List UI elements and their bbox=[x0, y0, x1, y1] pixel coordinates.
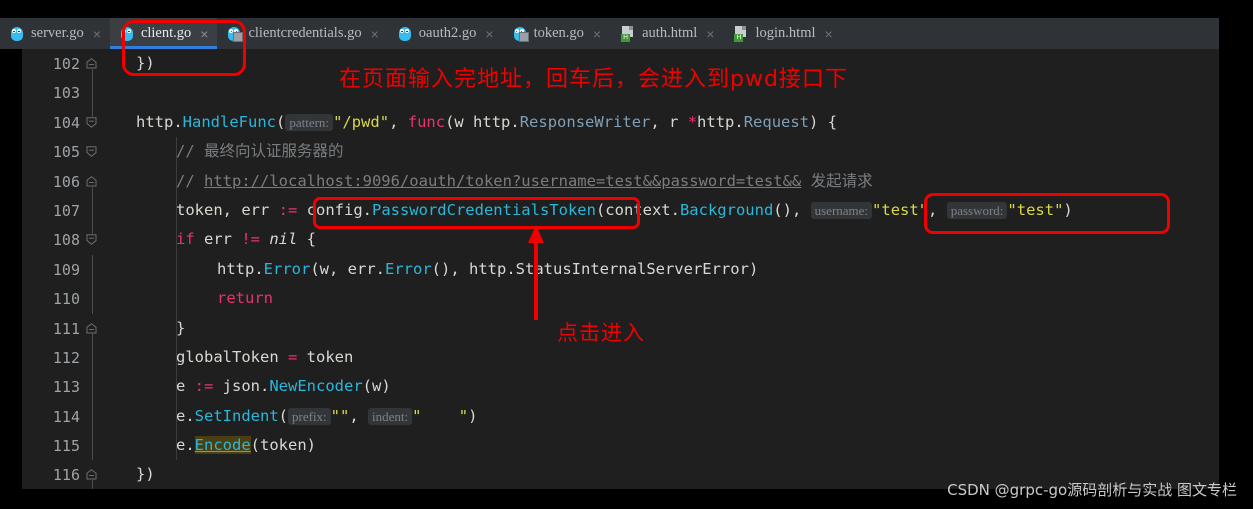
code-text: // 最终向认证服务器的 bbox=[176, 142, 344, 161]
line-number: 103 bbox=[52, 84, 80, 103]
line-number: 102 bbox=[52, 55, 80, 73]
code-text: e := json.NewEncoder(w) bbox=[176, 377, 391, 396]
code-line-row: 106 // http://localhost:9096/oauth/token… bbox=[0, 166, 1219, 197]
comment-url-link[interactable]: http://localhost:9096/oauth/token?userna… bbox=[204, 172, 801, 190]
fold-expand-icon[interactable] bbox=[86, 117, 97, 128]
indent-guide bbox=[176, 284, 177, 314]
tab-server-go[interactable]: server.go × bbox=[0, 18, 110, 49]
code-line-row: 105 // 最终向认证服务器的 bbox=[0, 137, 1219, 167]
line-number: 108 bbox=[52, 231, 80, 250]
tab-label: clientcredentials.go bbox=[248, 25, 362, 41]
fold-guide bbox=[91, 478, 93, 489]
fold-guide bbox=[91, 342, 93, 373]
screenshot-root: server.go × client.go × clientcredential… bbox=[0, 0, 1253, 509]
param-hint-pattern: pattern: bbox=[285, 113, 334, 131]
html-file-icon: H bbox=[620, 25, 636, 42]
line-number: 111 bbox=[52, 319, 80, 338]
fold-guide bbox=[91, 67, 93, 79]
fold-guide bbox=[91, 372, 93, 402]
tab-label: server.go bbox=[31, 25, 84, 41]
line-number: 112 bbox=[52, 348, 80, 367]
code-text: http.Error(w, err.Error(), http.StatusIn… bbox=[217, 259, 759, 278]
close-icon[interactable]: × bbox=[371, 26, 379, 42]
fold-guide bbox=[91, 431, 93, 461]
annotation-box-credentials-args bbox=[924, 193, 1170, 234]
close-icon[interactable]: × bbox=[706, 26, 714, 42]
fold-guide bbox=[91, 284, 93, 314]
encode-hover-link[interactable]: Encode bbox=[194, 436, 251, 455]
annotation-click-note: 点击进入 bbox=[557, 321, 645, 345]
fold-guide bbox=[91, 331, 93, 344]
annotation-box-function-call bbox=[313, 197, 640, 229]
code-text: if err != nil { bbox=[176, 230, 317, 249]
line-number: 115 bbox=[52, 437, 80, 456]
fold-guide bbox=[91, 107, 93, 117]
annotation-top-note: 在页面输入完地址，回车后，会进入到pwd接口下 bbox=[339, 67, 848, 92]
line-number: 104 bbox=[52, 113, 80, 132]
code-line-row: 112 globalToken = token bbox=[0, 342, 1219, 373]
line-number: 116 bbox=[52, 466, 80, 485]
code-text: http.HandleFunc(pattern: "/pwd", func(w h… bbox=[136, 112, 838, 131]
line-number: 110 bbox=[52, 290, 80, 309]
tab-label: oauth2.go bbox=[418, 25, 477, 41]
annotation-box-active-tab bbox=[122, 20, 246, 76]
tab-label: token.go bbox=[533, 25, 584, 41]
code-line-row: 115 e.Encode(token) bbox=[0, 431, 1219, 461]
go-file-icon bbox=[398, 26, 413, 42]
close-icon[interactable]: × bbox=[593, 26, 601, 42]
line-number: 109 bbox=[52, 260, 80, 279]
tab-token-go[interactable]: token.go × bbox=[503, 18, 611, 49]
fold-expand-icon[interactable] bbox=[86, 146, 97, 158]
line-number: 106 bbox=[52, 172, 80, 191]
tab-login-html[interactable]: H login.html × bbox=[723, 18, 841, 49]
code-line-row: 109 http.Error(w, err.Error(), http.Stat… bbox=[0, 254, 1219, 285]
fold-guide bbox=[91, 225, 93, 235]
code-text: } bbox=[176, 318, 186, 337]
go-library-file-icon bbox=[513, 26, 529, 42]
tab-label: auth.html bbox=[642, 25, 698, 41]
param-hint-username: username: bbox=[810, 201, 873, 219]
code-line-row: 113 e := json.NewEncoder(w) bbox=[0, 372, 1219, 402]
line-number: 105 bbox=[52, 143, 80, 162]
code-line-row: 110 return bbox=[0, 284, 1219, 314]
close-icon[interactable]: × bbox=[93, 26, 101, 42]
fold-guide bbox=[91, 254, 93, 285]
annotation-arrow-up bbox=[528, 225, 544, 320]
tab-auth-html[interactable]: H auth.html × bbox=[610, 18, 723, 49]
fold-guide bbox=[91, 78, 93, 108]
line-number: 107 bbox=[52, 201, 80, 220]
tab-label: login.html bbox=[755, 25, 816, 41]
fold-guide bbox=[91, 401, 93, 432]
code-text: return bbox=[217, 289, 273, 308]
code-text: // http://localhost:9096/oauth/token?use… bbox=[176, 171, 873, 190]
code-line-row: 114 e.SetIndent(prefix: "", indent: " ") bbox=[0, 401, 1219, 432]
fold-guide bbox=[91, 184, 93, 197]
line-number: 113 bbox=[52, 378, 80, 397]
code-text: e.Encode(token) bbox=[176, 436, 316, 455]
line-number: 114 bbox=[52, 407, 80, 426]
watermark-text: CSDN @grpc-go源码剖析与实战 图文专栏 bbox=[947, 481, 1237, 499]
code-editor[interactable]: 102 }) 103 104 http.HandleFunc(pattern: bbox=[0, 49, 1219, 489]
code-text: e.SetIndent(prefix: "", indent: " ") bbox=[176, 406, 478, 425]
code-line-row: 104 http.HandleFunc(pattern: "/pwd", func… bbox=[0, 107, 1219, 137]
fold-guide bbox=[91, 195, 93, 226]
param-hint-prefix: prefix: bbox=[288, 407, 331, 425]
code-text: globalToken = token bbox=[176, 347, 354, 366]
go-file-icon bbox=[10, 26, 25, 42]
close-icon[interactable]: × bbox=[485, 26, 493, 42]
indent-guide bbox=[176, 254, 177, 285]
close-icon[interactable]: × bbox=[825, 26, 833, 42]
fold-expand-icon[interactable] bbox=[86, 234, 97, 246]
tab-oauth2-go[interactable]: oauth2.go × bbox=[388, 18, 503, 49]
code-text: }) bbox=[136, 465, 155, 484]
html-file-icon: H bbox=[733, 25, 749, 42]
param-hint-indent: indent: bbox=[368, 407, 413, 425]
